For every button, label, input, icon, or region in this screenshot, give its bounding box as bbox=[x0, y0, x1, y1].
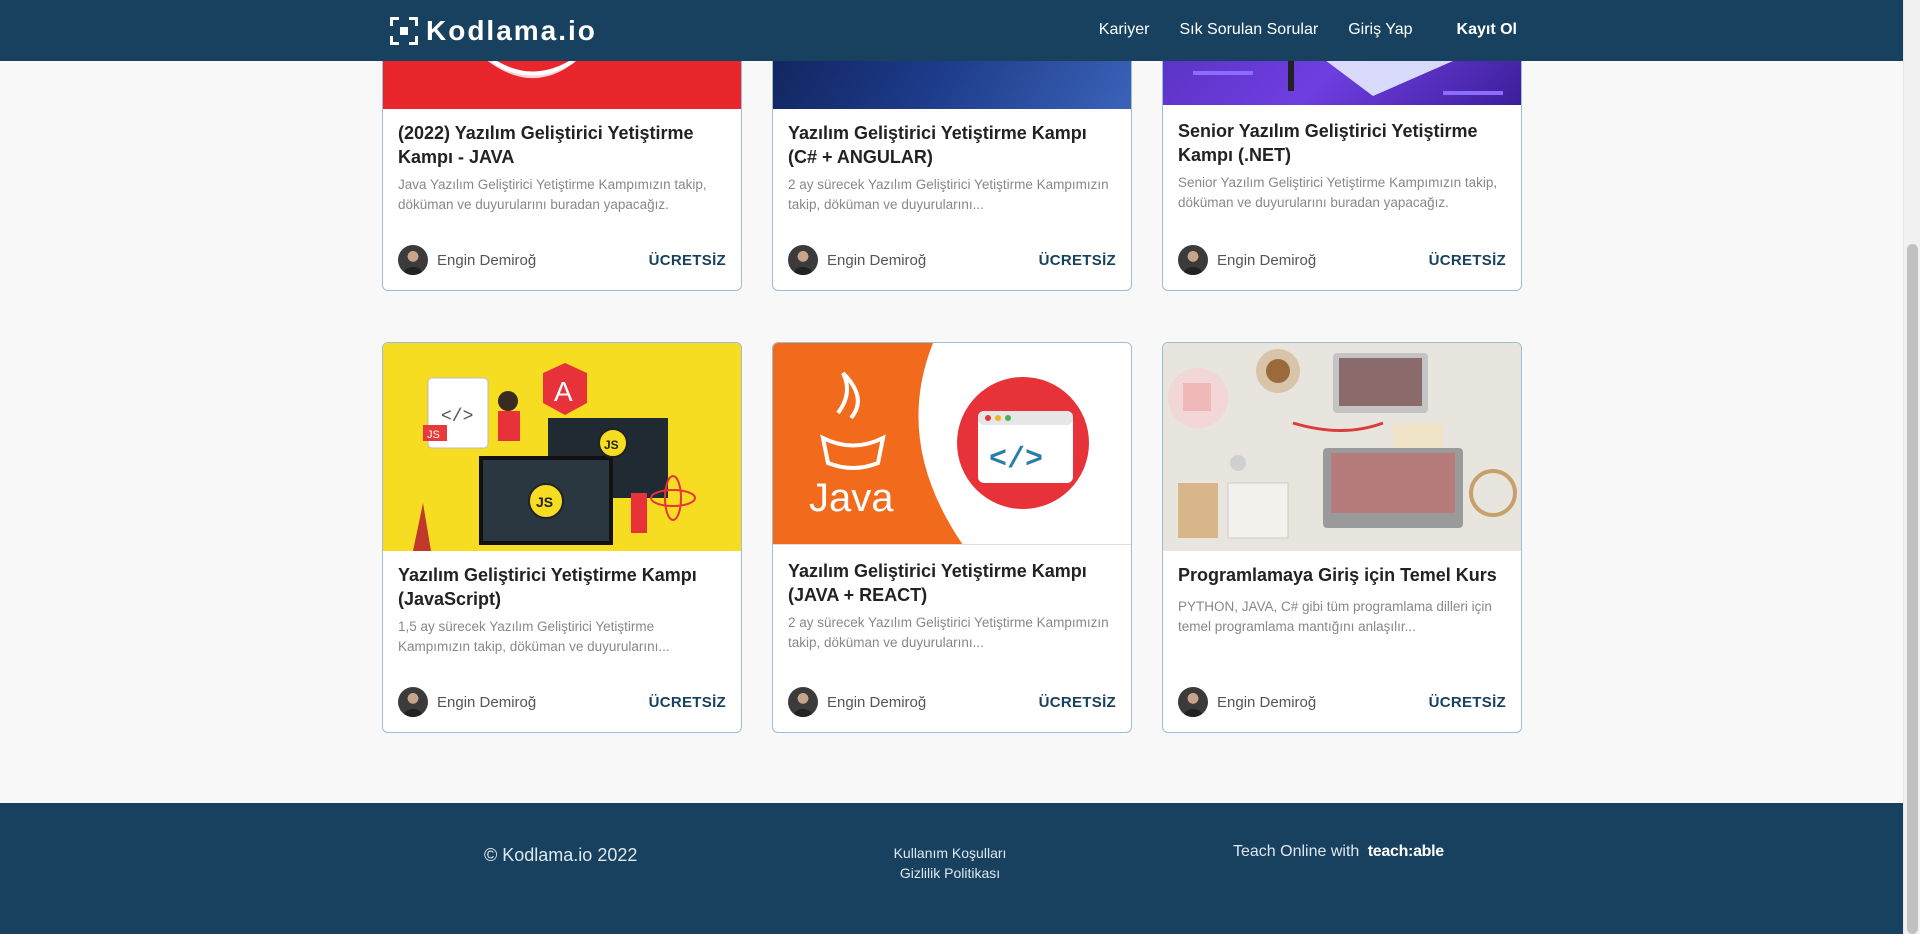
site-logo[interactable]: Kodlama.io bbox=[390, 15, 597, 47]
course-price: ÜCRETSİZ bbox=[1428, 251, 1506, 269]
course-thumbnail bbox=[1163, 343, 1521, 551]
scrollbar-thumb[interactable] bbox=[1907, 244, 1918, 934]
svg-text:</>: </> bbox=[441, 407, 473, 427]
course-title: Senior Yazılım Geliştirici Yetiştirme Ka… bbox=[1178, 121, 1478, 165]
svg-text:JS: JS bbox=[427, 429, 440, 441]
nav-link-login[interactable]: Giriş Yap bbox=[1348, 21, 1412, 39]
main-nav: Kariyer Sık Sorulan Sorular Giriş Yap Ka… bbox=[1069, 21, 1517, 39]
author-avatar bbox=[398, 687, 428, 717]
author-avatar bbox=[1178, 245, 1208, 275]
course-price: ÜCRETSİZ bbox=[648, 251, 726, 269]
course-description: 2 ay sürecek Yazılım Geliştirici Yetişti… bbox=[788, 177, 1109, 212]
course-title: Yazılım Geliştirici Yetiştirme Kampı (Ja… bbox=[398, 565, 697, 609]
course-description: 1,5 ay sürecek Yazılım Geliştirici Yetiş… bbox=[398, 619, 670, 654]
course-description: 2 ay sürecek Yazılım Geliştirici Yetişti… bbox=[788, 615, 1109, 650]
course-price: ÜCRETSİZ bbox=[1038, 251, 1116, 269]
svg-text:JS: JS bbox=[536, 494, 553, 510]
course-author: Engin Demiroğ bbox=[1217, 251, 1317, 269]
nav-link-signup[interactable]: Kayıt Ol bbox=[1457, 21, 1517, 39]
course-author: Engin Demiroğ bbox=[437, 251, 537, 269]
course-description: Senior Yazılım Geliştirici Yetiştirme Ka… bbox=[1178, 175, 1498, 210]
teachable-link[interactable]: Teach Online with teach:able bbox=[1233, 843, 1444, 861]
course-author: Engin Demiroğ bbox=[1217, 693, 1317, 711]
kodlama-logo-icon bbox=[390, 17, 418, 45]
site-footer: © Kodlama.io 2022 Kullanım Koşulları Giz… bbox=[0, 803, 1903, 934]
author-avatar bbox=[398, 245, 428, 275]
course-card[interactable]: Java </> Yazılım Geliştirici Yetiştirme … bbox=[772, 342, 1132, 733]
footer-copyright: © Kodlama.io 2022 bbox=[484, 845, 638, 865]
svg-text:A: A bbox=[554, 376, 573, 407]
top-navbar: Kodlama.io Kariyer Sık Sorulan Sorular G… bbox=[0, 0, 1903, 61]
course-thumbnail: </> JS A JS JS bbox=[383, 343, 741, 551]
author-avatar bbox=[1178, 687, 1208, 717]
course-thumbnail: Java </> bbox=[773, 343, 1131, 545]
course-title: Yazılım Geliştirici Yetiştirme Kampı (C#… bbox=[788, 123, 1087, 167]
author-avatar bbox=[788, 245, 818, 275]
course-author: Engin Demiroğ bbox=[437, 693, 537, 711]
nav-link-kariyer[interactable]: Kariyer bbox=[1099, 21, 1150, 39]
teach-prefix: Teach Online with bbox=[1233, 843, 1360, 860]
logo-text: Kodlama.io bbox=[426, 15, 597, 46]
course-price: ÜCRETSİZ bbox=[1428, 693, 1506, 711]
page-scrollbar[interactable] bbox=[1903, 0, 1920, 934]
course-price: ÜCRETSİZ bbox=[648, 693, 726, 711]
footer-legal-links: Kullanım Koşulları Gizlilik Politikası bbox=[860, 843, 1040, 883]
svg-text:Java: Java bbox=[809, 476, 894, 520]
svg-text:</>: </> bbox=[989, 443, 1043, 477]
author-avatar bbox=[788, 687, 818, 717]
course-card[interactable]: Programlamaya Giriş için Temel Kurs PYTH… bbox=[1162, 342, 1522, 733]
privacy-link[interactable]: Gizlilik Politikası bbox=[860, 863, 1040, 883]
course-title: Yazılım Geliştirici Yetiştirme Kampı (JA… bbox=[788, 561, 1087, 605]
course-price: ÜCRETSİZ bbox=[1038, 693, 1116, 711]
course-title: Programlamaya Giriş için Temel Kurs bbox=[1178, 565, 1497, 585]
svg-text:JS: JS bbox=[604, 438, 619, 452]
course-author: Engin Demiroğ bbox=[827, 251, 927, 269]
course-author: Engin Demiroğ bbox=[827, 693, 927, 711]
course-card[interactable]: </> JS A JS JS Yazılım Geliştirici Yetiş… bbox=[382, 342, 742, 733]
course-title: (2022) Yazılım Geliştirici Yetiştirme Ka… bbox=[398, 123, 694, 167]
terms-link[interactable]: Kullanım Koşulları bbox=[860, 843, 1040, 863]
course-description: Java Yazılım Geliştirici Yetiştirme Kamp… bbox=[398, 177, 707, 212]
course-description: PYTHON, JAVA, C# gibi tüm programlama di… bbox=[1178, 599, 1492, 634]
nav-link-faq[interactable]: Sık Sorulan Sorular bbox=[1179, 21, 1318, 39]
teachable-logo: teach:able bbox=[1367, 843, 1444, 860]
